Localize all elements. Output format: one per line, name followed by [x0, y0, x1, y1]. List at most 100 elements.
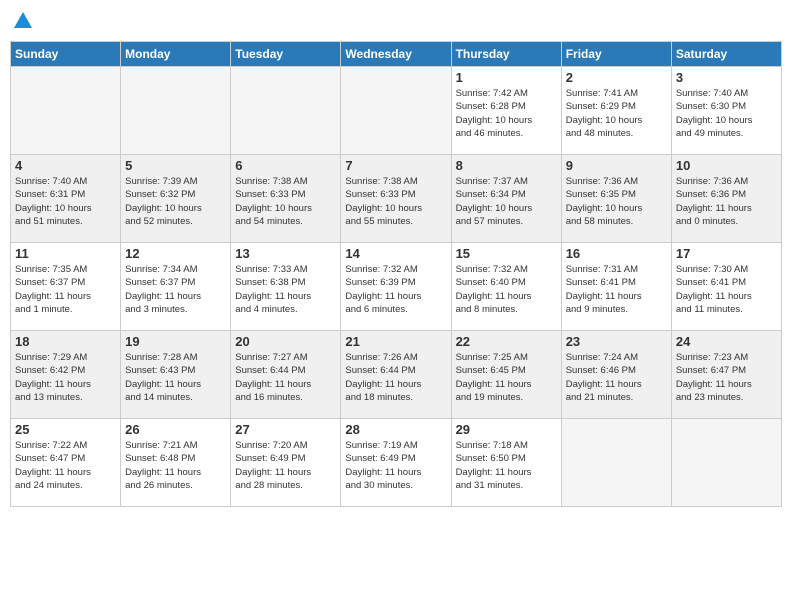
calendar-cell: 20Sunrise: 7:27 AM Sunset: 6:44 PM Dayli…	[231, 331, 341, 419]
calendar-cell: 6 Sunrise: 7:38 AM Sunset: 6:33 PM Daylig…	[231, 155, 341, 243]
day-info: Sunrise: 7:18 AM Sunset: 6:50 PM Dayligh…	[456, 439, 557, 492]
day-info: Sunrise: 7:34 AM Sunset: 6:37 PM Dayligh…	[125, 263, 226, 316]
day-info: Sunrise: 7:40 AM Sunset: 6:30 PM Dayligh…	[676, 87, 777, 140]
day-info: Sunrise: 7:36 AM Sunset: 6:35 PM Dayligh…	[566, 175, 667, 228]
logo	[10, 10, 34, 33]
calendar-week-row: 1 Sunrise: 7:42 AM Sunset: 6:28 PM Daylig…	[11, 67, 782, 155]
day-info: Sunrise: 7:20 AM Sunset: 6:49 PM Dayligh…	[235, 439, 336, 492]
day-number: 4	[15, 158, 116, 173]
calendar-cell: 8 Sunrise: 7:37 AM Sunset: 6:34 PM Daylig…	[451, 155, 561, 243]
day-number: 21	[345, 334, 446, 349]
day-info: Sunrise: 7:29 AM Sunset: 6:42 PM Dayligh…	[15, 351, 116, 404]
day-info: Sunrise: 7:33 AM Sunset: 6:38 PM Dayligh…	[235, 263, 336, 316]
calendar-week-row: 11 Sunrise: 7:35 AM Sunset: 6:37 PM Dayli…	[11, 243, 782, 331]
calendar-cell: 15 Sunrise: 7:32 AM Sunset: 6:40 PM Dayli…	[451, 243, 561, 331]
calendar-cell: 19 Sunrise: 7:28 AM Sunset: 6:43 PM Dayli…	[121, 331, 231, 419]
calendar-header-row: SundayMondayTuesdayWednesdayThursdayFrid…	[11, 42, 782, 67]
day-info: Sunrise: 7:32 AM Sunset: 6:40 PM Dayligh…	[456, 263, 557, 316]
weekday-header-thursday: Thursday	[451, 42, 561, 67]
day-number: 11	[15, 246, 116, 261]
day-number: 13	[235, 246, 336, 261]
day-info: Sunrise: 7:19 AM Sunset: 6:49 PM Dayligh…	[345, 439, 446, 492]
day-number: 2	[566, 70, 667, 85]
day-info: Sunrise: 7:39 AM Sunset: 6:32 PM Dayligh…	[125, 175, 226, 228]
day-info: Sunrise: 7:38 AM Sunset: 6:33 PM Dayligh…	[345, 175, 446, 228]
day-info: Sunrise: 7:31 AM Sunset: 6:41 PM Dayligh…	[566, 263, 667, 316]
weekday-header-friday: Friday	[561, 42, 671, 67]
calendar-cell: 13 Sunrise: 7:33 AM Sunset: 6:38 PM Dayli…	[231, 243, 341, 331]
day-info: Sunrise: 7:36 AM Sunset: 6:36 PM Dayligh…	[676, 175, 777, 228]
day-number: 19	[125, 334, 226, 349]
day-info: Sunrise: 7:28 AM Sunset: 6:43 PM Dayligh…	[125, 351, 226, 404]
weekday-header-wednesday: Wednesday	[341, 42, 451, 67]
calendar-cell: 4 Sunrise: 7:40 AM Sunset: 6:31 PM Daylig…	[11, 155, 121, 243]
day-number: 5	[125, 158, 226, 173]
calendar-cell: 25 Sunrise: 7:22 AM Sunset: 6:47 PM Dayli…	[11, 419, 121, 507]
day-number: 25	[15, 422, 116, 437]
calendar-cell	[561, 419, 671, 507]
day-number: 7	[345, 158, 446, 173]
day-number: 26	[125, 422, 226, 437]
day-info: Sunrise: 7:21 AM Sunset: 6:48 PM Dayligh…	[125, 439, 226, 492]
calendar-cell: 5 Sunrise: 7:39 AM Sunset: 6:32 PM Daylig…	[121, 155, 231, 243]
weekday-header-monday: Monday	[121, 42, 231, 67]
calendar-cell: 28 Sunrise: 7:19 AM Sunset: 6:49 PM Dayli…	[341, 419, 451, 507]
day-number: 28	[345, 422, 446, 437]
day-number: 15	[456, 246, 557, 261]
weekday-header-sunday: Sunday	[11, 42, 121, 67]
calendar-week-row: 18 Sunrise: 7:29 AM Sunset: 6:42 PM Dayli…	[11, 331, 782, 419]
day-number: 14	[345, 246, 446, 261]
day-number: 1	[456, 70, 557, 85]
day-info: Sunrise: 7:42 AM Sunset: 6:28 PM Dayligh…	[456, 87, 557, 140]
day-info: Sunrise: 7:37 AM Sunset: 6:34 PM Dayligh…	[456, 175, 557, 228]
calendar-cell: 21 Sunrise: 7:26 AM Sunset: 6:44 PM Dayli…	[341, 331, 451, 419]
day-info: Sunrise: 7:38 AM Sunset: 6:33 PM Dayligh…	[235, 175, 336, 228]
day-number: 9	[566, 158, 667, 173]
calendar-cell: 1 Sunrise: 7:42 AM Sunset: 6:28 PM Daylig…	[451, 67, 561, 155]
calendar-cell: 27 Sunrise: 7:20 AM Sunset: 6:49 PM Dayli…	[231, 419, 341, 507]
calendar-week-row: 25 Sunrise: 7:22 AM Sunset: 6:47 PM Dayli…	[11, 419, 782, 507]
calendar-cell: 2Sunrise: 7:41 AM Sunset: 6:29 PM Daylig…	[561, 67, 671, 155]
calendar-week-row: 4 Sunrise: 7:40 AM Sunset: 6:31 PM Daylig…	[11, 155, 782, 243]
day-number: 22	[456, 334, 557, 349]
day-number: 6	[235, 158, 336, 173]
calendar-cell: 17 Sunrise: 7:30 AM Sunset: 6:41 PM Dayli…	[671, 243, 781, 331]
calendar-cell: 16 Sunrise: 7:31 AM Sunset: 6:41 PM Dayli…	[561, 243, 671, 331]
calendar-cell: 10 Sunrise: 7:36 AM Sunset: 6:36 PM Dayli…	[671, 155, 781, 243]
calendar-cell: 22 Sunrise: 7:25 AM Sunset: 6:45 PM Dayli…	[451, 331, 561, 419]
day-info: Sunrise: 7:26 AM Sunset: 6:44 PM Dayligh…	[345, 351, 446, 404]
calendar-cell: 14 Sunrise: 7:32 AM Sunset: 6:39 PM Dayli…	[341, 243, 451, 331]
day-number: 10	[676, 158, 777, 173]
calendar-cell	[341, 67, 451, 155]
day-number: 20	[235, 334, 336, 349]
day-info: Sunrise: 7:30 AM Sunset: 6:41 PM Dayligh…	[676, 263, 777, 316]
day-number: 24	[676, 334, 777, 349]
calendar-cell: 26 Sunrise: 7:21 AM Sunset: 6:48 PM Dayli…	[121, 419, 231, 507]
page-header	[10, 10, 782, 33]
logo-icon	[12, 10, 34, 32]
day-number: 16	[566, 246, 667, 261]
calendar-cell: 12Sunrise: 7:34 AM Sunset: 6:37 PM Dayli…	[121, 243, 231, 331]
calendar-table: SundayMondayTuesdayWednesdayThursdayFrid…	[10, 41, 782, 507]
calendar-cell: 29Sunrise: 7:18 AM Sunset: 6:50 PM Dayli…	[451, 419, 561, 507]
calendar-cell: 24Sunrise: 7:23 AM Sunset: 6:47 PM Dayli…	[671, 331, 781, 419]
calendar-cell: 23Sunrise: 7:24 AM Sunset: 6:46 PM Dayli…	[561, 331, 671, 419]
calendar-cell	[11, 67, 121, 155]
day-number: 18	[15, 334, 116, 349]
day-info: Sunrise: 7:35 AM Sunset: 6:37 PM Dayligh…	[15, 263, 116, 316]
weekday-header-tuesday: Tuesday	[231, 42, 341, 67]
calendar-cell	[671, 419, 781, 507]
day-number: 27	[235, 422, 336, 437]
day-number: 23	[566, 334, 667, 349]
calendar-cell: 9 Sunrise: 7:36 AM Sunset: 6:35 PM Daylig…	[561, 155, 671, 243]
day-info: Sunrise: 7:25 AM Sunset: 6:45 PM Dayligh…	[456, 351, 557, 404]
day-info: Sunrise: 7:40 AM Sunset: 6:31 PM Dayligh…	[15, 175, 116, 228]
day-info: Sunrise: 7:32 AM Sunset: 6:39 PM Dayligh…	[345, 263, 446, 316]
calendar-cell: 11 Sunrise: 7:35 AM Sunset: 6:37 PM Dayli…	[11, 243, 121, 331]
day-number: 17	[676, 246, 777, 261]
calendar-cell: 3Sunrise: 7:40 AM Sunset: 6:30 PM Daylig…	[671, 67, 781, 155]
day-info: Sunrise: 7:22 AM Sunset: 6:47 PM Dayligh…	[15, 439, 116, 492]
day-number: 8	[456, 158, 557, 173]
weekday-header-saturday: Saturday	[671, 42, 781, 67]
calendar-cell	[231, 67, 341, 155]
